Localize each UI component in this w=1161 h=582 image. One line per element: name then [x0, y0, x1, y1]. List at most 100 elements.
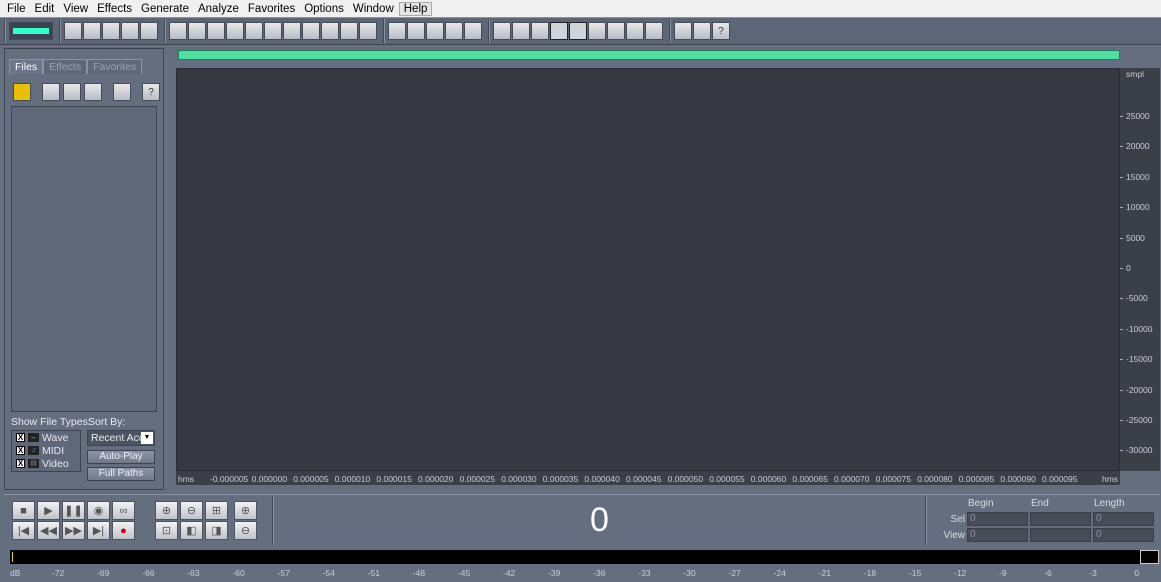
file-type-wave[interactable]: X ↔ Wave [12, 431, 80, 444]
zoom-right-button[interactable]: ◨ [205, 521, 228, 540]
copy-button[interactable] [245, 22, 263, 40]
time-button[interactable] [588, 22, 606, 40]
waveform-overview-bar[interactable] [178, 50, 1120, 60]
view-begin-field[interactable]: 0 [967, 528, 1028, 542]
pause-button[interactable]: ❚❚ [62, 501, 85, 520]
y-tick [1120, 207, 1123, 209]
auto-play-button[interactable]: Auto-Play [87, 450, 155, 464]
view-length-field[interactable]: 0 [1093, 528, 1154, 542]
sel-length-field[interactable]: 0 [1093, 512, 1154, 526]
sel-end-field[interactable] [1030, 512, 1091, 526]
menu-file[interactable]: File [3, 3, 30, 15]
zoom-out-button[interactable]: ⊖ [180, 501, 203, 520]
help-button[interactable]: ? [142, 83, 160, 101]
chevron-down-icon[interactable]: ▼ [141, 432, 153, 444]
loop-button[interactable] [407, 22, 425, 40]
go-end-button[interactable]: ▶| [87, 521, 110, 540]
menu-options[interactable]: Options [300, 3, 348, 15]
zoom-button[interactable] [569, 22, 587, 40]
close-button[interactable] [63, 83, 81, 101]
repeat-button[interactable] [207, 22, 225, 40]
peak-marker [12, 552, 13, 562]
go-start-button[interactable]: |◀ [12, 521, 35, 540]
blank-button[interactable] [645, 22, 663, 40]
new-file-button[interactable] [64, 22, 82, 40]
tab-files[interactable]: Files [9, 59, 44, 74]
save-as-button[interactable] [121, 22, 139, 40]
play-button[interactable]: ▶ [37, 501, 60, 520]
trim-button[interactable] [340, 22, 358, 40]
play-cursor-button[interactable] [550, 22, 568, 40]
tab-effects[interactable]: Effects [43, 59, 88, 74]
help-button[interactable]: ? [712, 22, 730, 40]
menu-help[interactable]: Help [398, 1, 433, 16]
sort-by-select[interactable]: Recent Acc ▼ [87, 430, 155, 446]
convert-button[interactable] [359, 22, 377, 40]
menu-generate[interactable]: Generate [137, 3, 193, 15]
undo-button[interactable] [169, 22, 187, 40]
open-file-button[interactable] [83, 22, 101, 40]
settings-button[interactable] [674, 22, 692, 40]
view-end-field[interactable] [1030, 528, 1091, 542]
open-button[interactable] [13, 83, 31, 101]
file-list[interactable] [11, 106, 157, 412]
y-tick [1120, 116, 1123, 117]
copy-new-button[interactable] [226, 22, 244, 40]
time-ruler[interactable]: hms hms -0.000005 0.000000 0.000005 0.000010 0… [176, 471, 1120, 485]
checkbox[interactable]: X [16, 459, 25, 468]
paste-button[interactable] [283, 22, 301, 40]
file-type-midi[interactable]: X ♫ MIDI [12, 444, 80, 457]
menu-favorites[interactable]: Favorites [244, 3, 299, 15]
loop-button[interactable]: ∞ [112, 501, 135, 520]
mix-paste-button[interactable] [321, 22, 339, 40]
grid3-button[interactable] [464, 22, 482, 40]
settings-button[interactable] [113, 83, 131, 101]
zoom-full-button[interactable]: ⊞ [205, 501, 228, 520]
menu-view[interactable]: View [59, 3, 92, 15]
spectral-view-button[interactable] [388, 22, 406, 40]
view3-button[interactable] [531, 22, 549, 40]
zoom-selection-button[interactable]: ⊡ [155, 521, 178, 540]
play-from-cursor-button[interactable]: ◉ [87, 501, 110, 520]
menu-analyze[interactable]: Analyze [194, 3, 243, 15]
fast-forward-button[interactable]: ▶▶ [62, 521, 85, 540]
zoom-right-icon: ◨ [211, 525, 222, 537]
save-button[interactable] [102, 22, 120, 40]
checkbox[interactable]: X [16, 433, 25, 442]
cut-button[interactable] [264, 22, 282, 40]
file-type-video[interactable]: X ▤ Video [12, 457, 80, 470]
info-button[interactable] [607, 22, 625, 40]
clip-indicator[interactable] [1140, 550, 1159, 564]
waveform-display[interactable] [176, 68, 1120, 471]
save-all-button[interactable] [140, 22, 158, 40]
panel-tabs: Files Effects Favorites [9, 59, 143, 74]
level-button[interactable] [626, 22, 644, 40]
zoom-in-button[interactable]: ⊕ [155, 501, 178, 520]
level-meter[interactable] [10, 550, 1140, 564]
x-tick-label: 0.000055 [709, 474, 745, 484]
view1-button[interactable] [493, 22, 511, 40]
full-paths-button[interactable]: Full Paths [87, 467, 155, 481]
import-button[interactable] [42, 83, 60, 101]
script-button[interactable] [693, 22, 711, 40]
menu-effects[interactable]: Effects [93, 3, 136, 15]
zoom-left-button[interactable]: ◧ [180, 521, 203, 540]
wave-icon: ↔ [28, 433, 39, 442]
record-button[interactable]: ● [112, 521, 135, 540]
menu-edit[interactable]: Edit [31, 3, 59, 15]
checkbox[interactable]: X [16, 446, 25, 455]
insert-button[interactable] [84, 83, 102, 101]
mode-toggle-button[interactable] [9, 22, 53, 40]
view2-button[interactable] [512, 22, 530, 40]
grid1-button[interactable] [426, 22, 444, 40]
paste-new-button[interactable] [302, 22, 320, 40]
rewind-button[interactable]: ◀◀ [37, 521, 60, 540]
stop-button[interactable]: ■ [12, 501, 35, 520]
redo-button[interactable] [188, 22, 206, 40]
vertical-zoom-out-button[interactable]: ⊖ [234, 521, 257, 540]
grid2-button[interactable] [445, 22, 463, 40]
vertical-zoom-in-button[interactable]: ⊕ [234, 501, 257, 520]
tab-favorites[interactable]: Favorites [87, 59, 143, 74]
sel-begin-field[interactable]: 0 [967, 512, 1028, 526]
menu-window[interactable]: Window [349, 3, 398, 15]
